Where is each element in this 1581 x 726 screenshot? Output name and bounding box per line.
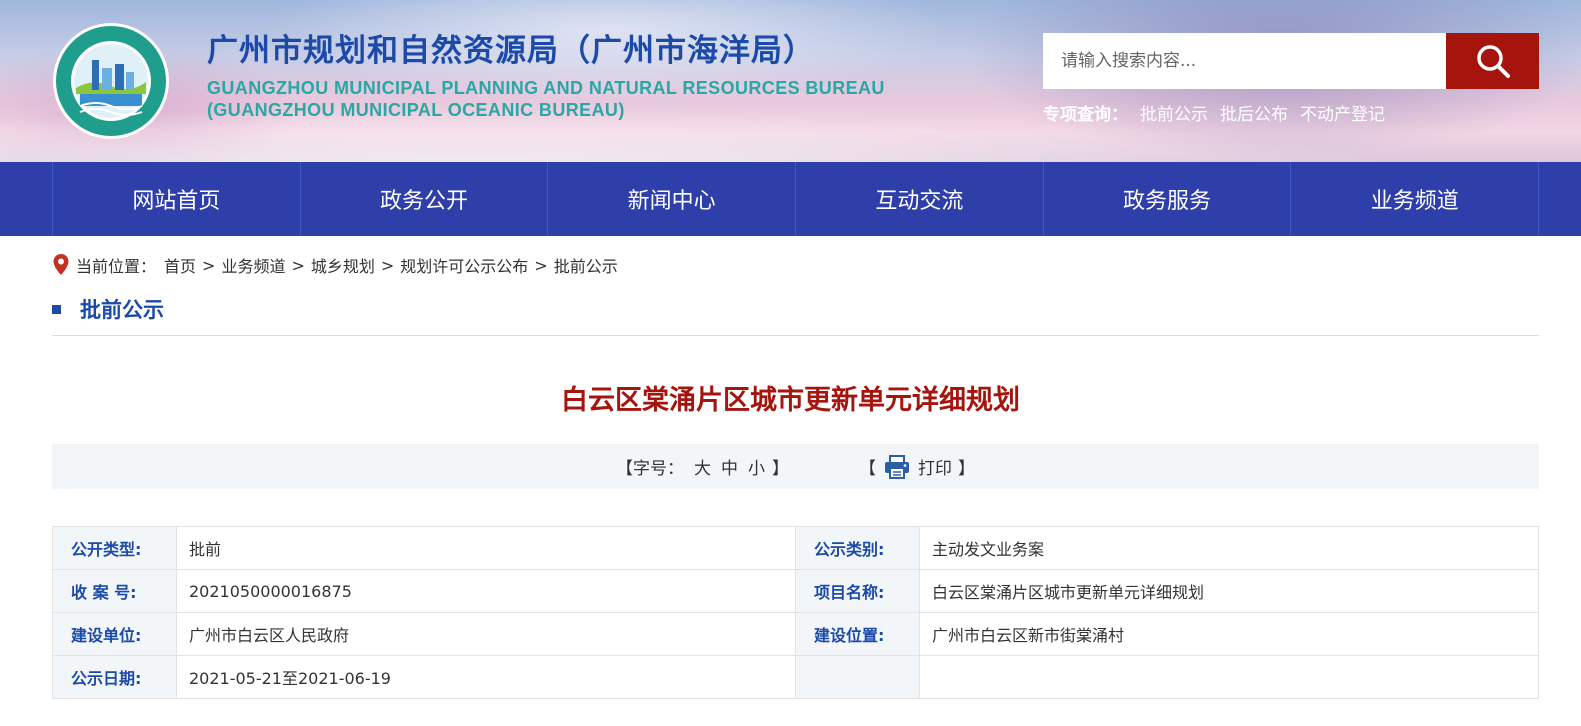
nav-item-business[interactable]: 业务频道: [1290, 162, 1540, 236]
field-label-notice-date: 公示日期:: [52, 655, 177, 699]
quick-query-label: 专项查询：: [1043, 105, 1128, 125]
font-size-close: 】: [772, 459, 789, 479]
printer-icon: [885, 454, 909, 479]
field-value-builder: 广州市白云区人民政府: [176, 612, 796, 656]
section-bullet: [52, 304, 61, 314]
search-button[interactable]: [1446, 33, 1539, 89]
section-heading: 批前公示: [52, 294, 164, 324]
breadcrumb-permit-notices[interactable]: 规划许可公示公布: [400, 253, 528, 277]
field-value-project-name: 白云区棠涌片区城市更新单元详细规划: [919, 569, 1539, 613]
field-label-location: 建设位置:: [795, 612, 920, 656]
breadcrumb-home[interactable]: 首页: [164, 253, 196, 277]
breadcrumb: 当前位置： 首页 > 业务频道 > 城乡规划 > 规划许可公示公布 > 批前公示: [52, 252, 618, 278]
header-banner: 广州市规划和自然资源局（广州市海洋局） GUANGZHOU MUNICIPAL …: [0, 0, 1581, 162]
site-title-en-sub: (GUANGZHOU MUNICIPAL OCEANIC BUREAU): [207, 100, 625, 120]
quick-query: 专项查询： 批前公示 批后公布 不动产登记: [1043, 100, 1385, 125]
field-label-disclosure-type: 公开类型:: [52, 526, 177, 570]
search-input[interactable]: [1043, 33, 1446, 89]
field-label-builder: 建设单位:: [52, 612, 177, 656]
search-icon: [1476, 45, 1510, 78]
field-value-empty: [919, 655, 1539, 699]
font-size-label: 【字号：: [616, 459, 684, 479]
field-value-notice-date: 2021-05-21至2021-06-19: [176, 655, 796, 699]
field-label-empty: [795, 655, 920, 699]
breadcrumb-separator: >: [202, 255, 216, 275]
print-button[interactable]: 【 打印 】: [859, 454, 975, 479]
location-pin-icon: [53, 254, 69, 275]
print-open-bracket: 【: [859, 459, 876, 479]
quick-link-real-estate[interactable]: 不动产登记: [1300, 100, 1385, 125]
nav-item-services[interactable]: 政务服务: [1042, 162, 1291, 236]
font-size-small[interactable]: 小: [748, 454, 765, 479]
table-row: 收 案 号: 2021050000016875 项目名称: 白云区棠涌片区城市更…: [52, 569, 1539, 613]
table-row: 建设单位: 广州市白云区人民政府 建设位置: 广州市白云区新市街棠涌村: [52, 612, 1539, 656]
table-row: 公示日期: 2021-05-21至2021-06-19: [52, 655, 1539, 699]
quick-link-post-approval[interactable]: 批后公布: [1220, 100, 1288, 125]
main-nav: 网站首页 政务公开 新闻中心 互动交流 政务服务 业务频道: [0, 162, 1581, 236]
field-label-project-name: 项目名称:: [795, 569, 920, 613]
notice-info-table: 公开类型: 批前 公示类别: 主动发文业务案 收 案 号: 2021050000…: [52, 526, 1539, 699]
field-value-location: 广州市白云区新市街棠涌村: [919, 612, 1539, 656]
site-title-cn: 广州市规划和自然资源局（广州市海洋局）: [207, 33, 815, 69]
breadcrumb-label: 当前位置：: [76, 257, 157, 276]
nav-item-home[interactable]: 网站首页: [52, 162, 300, 236]
field-value-disclosure-type: 批前: [176, 526, 796, 570]
print-close-bracket: 】: [958, 459, 975, 479]
article-tools: 【字号： 大 中 小 】 【 打印 】: [52, 444, 1539, 489]
nav-item-gov-affairs[interactable]: 政务公开: [299, 162, 548, 236]
font-size-medium[interactable]: 中: [721, 454, 738, 479]
section-title: 批前公示: [80, 298, 164, 322]
breadcrumb-business[interactable]: 业务频道: [221, 253, 285, 277]
section-divider: [52, 335, 1539, 336]
field-value-notice-category: 主动发文业务案: [919, 526, 1539, 570]
field-label-notice-category: 公示类别:: [795, 526, 920, 570]
field-label-case-number: 收 案 号:: [52, 569, 177, 613]
site-title-en: GUANGZHOU MUNICIPAL PLANNING AND NATURAL…: [207, 78, 885, 98]
print-label: 打印: [918, 459, 952, 479]
nav-item-news[interactable]: 新闻中心: [547, 162, 795, 236]
nav-item-interaction[interactable]: 互动交流: [795, 162, 1043, 236]
breadcrumb-separator: >: [291, 255, 305, 275]
bureau-logo-icon[interactable]: [52, 22, 170, 140]
font-size-large[interactable]: 大: [694, 454, 711, 479]
font-size-control: 【字号： 大 中 小 】: [616, 454, 789, 479]
breadcrumb-separator: >: [380, 255, 395, 275]
breadcrumb-urban-planning[interactable]: 城乡规划: [311, 253, 375, 277]
breadcrumb-current[interactable]: 批前公示: [554, 253, 618, 277]
breadcrumb-separator: >: [534, 255, 548, 275]
article-title: 白云区棠涌片区城市更新单元详细规划: [561, 385, 1020, 416]
field-value-case-number: 2021050000016875: [176, 569, 796, 613]
table-row: 公开类型: 批前 公示类别: 主动发文业务案: [52, 526, 1539, 570]
quick-link-pre-approval[interactable]: 批前公示: [1140, 100, 1208, 125]
